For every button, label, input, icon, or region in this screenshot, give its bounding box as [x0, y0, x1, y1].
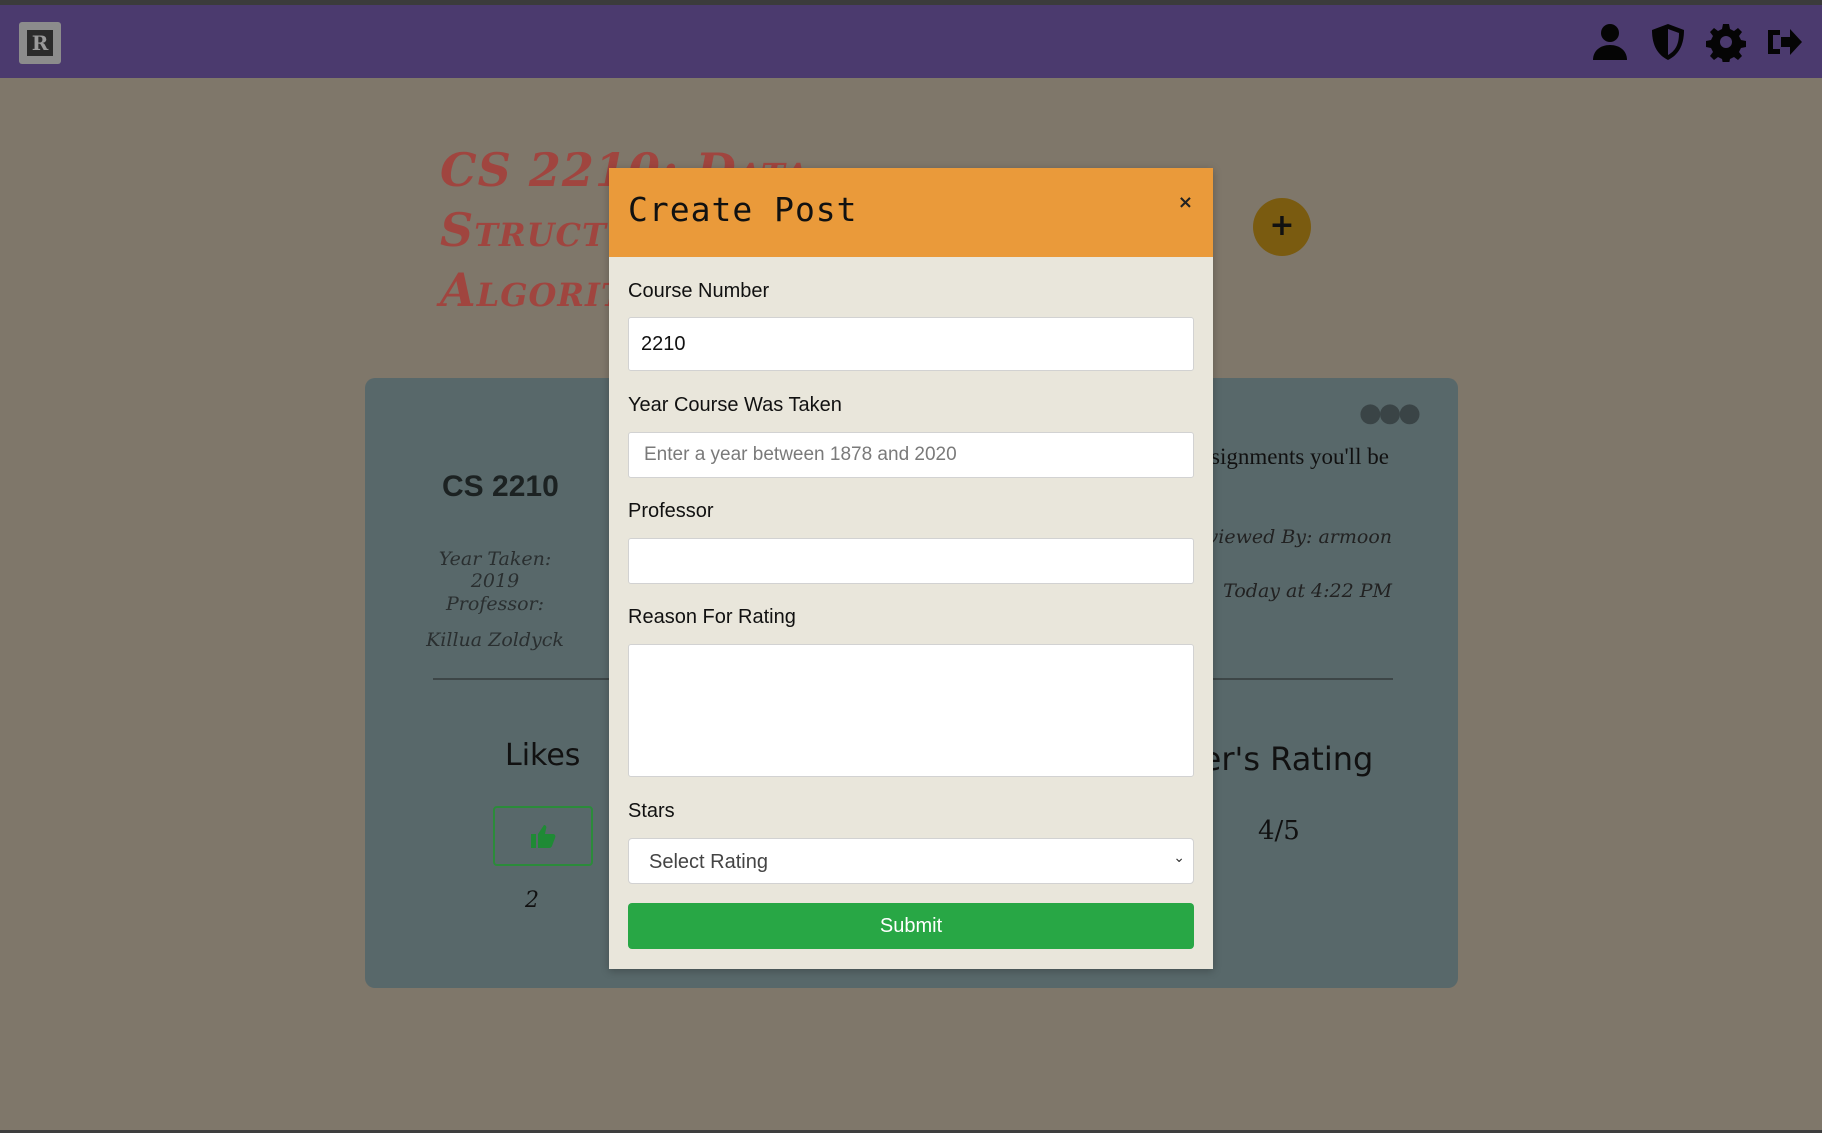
card-reviewer: Reviewed By: armoon [1182, 526, 1392, 548]
submit-button[interactable]: Submit [628, 903, 1194, 949]
app-logo[interactable]: R [19, 22, 61, 64]
sign-out-icon[interactable] [1764, 21, 1804, 63]
shield-icon[interactable] [1648, 21, 1688, 63]
modal-title: Create Post [628, 190, 858, 229]
stars-label: Stars [628, 800, 675, 822]
create-post-modal: Create Post × Course Number Year Course … [609, 168, 1213, 969]
professor-input[interactable] [628, 538, 1194, 584]
card-course: CS 2210 [442, 470, 559, 503]
professor-label: Professor [628, 500, 714, 522]
thumbs-up-icon [531, 825, 556, 848]
course-number-input[interactable] [628, 317, 1194, 371]
logo-letter: R [27, 30, 53, 56]
rating-label: ser's Rating [1185, 740, 1374, 778]
reason-textarea[interactable] [628, 644, 1194, 777]
chevron-down-icon: ⌄ [1173, 850, 1185, 866]
card-professor: Professor: Killua Zoldyck [426, 593, 564, 651]
card-date: Today at 4:22 PM [1223, 580, 1392, 602]
year-input[interactable] [628, 432, 1194, 478]
gear-icon[interactable] [1706, 21, 1746, 63]
user-icon[interactable] [1590, 21, 1630, 63]
modal-header: Create Post × [609, 168, 1213, 257]
more-options-icon[interactable]: ●●● [1359, 398, 1421, 428]
year-label: Year Course Was Taken [628, 394, 842, 416]
like-button[interactable] [493, 806, 593, 866]
stars-select-value: Select Rating [649, 851, 768, 873]
like-count: 2 [525, 888, 539, 913]
course-number-label: Course Number [628, 280, 770, 302]
likes-label: Likes [505, 738, 581, 773]
stars-select[interactable]: Select Rating ⌄ [628, 838, 1194, 884]
nav-icon-group [1590, 21, 1804, 63]
add-post-button[interactable]: + [1253, 198, 1311, 256]
reason-label: Reason For Rating [628, 606, 796, 628]
close-icon[interactable]: × [1178, 192, 1193, 213]
rating-value: 4/5 [1258, 816, 1300, 846]
card-description: signments you'll be [1211, 444, 1389, 469]
navbar: R [0, 5, 1822, 78]
